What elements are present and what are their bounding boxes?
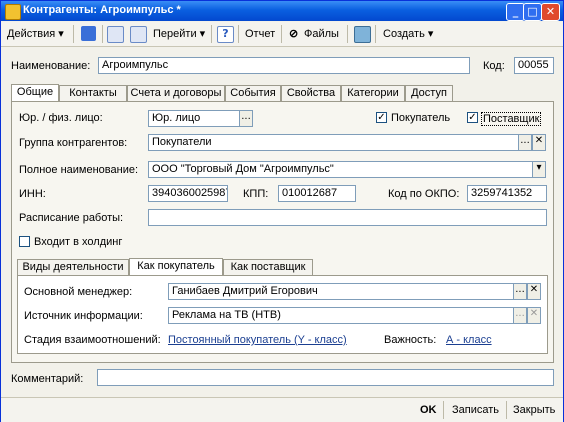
importance-label: Важность:: [384, 334, 437, 346]
manager-select-button[interactable]: ...: [513, 283, 527, 300]
supplier-label: Поставщик: [481, 112, 542, 126]
group-label: Группа контрагентов:: [19, 137, 128, 149]
files-button[interactable]: Файлы: [304, 26, 339, 42]
kpp-field[interactable]: 010012687: [278, 185, 356, 202]
okpo-field[interactable]: 3259741352: [467, 185, 547, 202]
full-name-field[interactable]: ООО "Торговый Дом "Агроимпульс": [148, 161, 533, 178]
create-menu[interactable]: Создать ▾: [383, 26, 433, 42]
entity-type-label: Юр. / физ. лицо:: [19, 112, 103, 124]
display-icon[interactable]: [354, 26, 371, 43]
okpo-label: Код по ОКПО:: [388, 188, 460, 200]
comment-label: Комментарий:: [11, 373, 84, 385]
importance-link[interactable]: А - класс: [446, 334, 492, 346]
buyer-subpanel: Основной менеджер: Ганибаев Дмитрий Егор…: [17, 275, 548, 354]
group-clear-button[interactable]: ✕: [532, 134, 546, 151]
goto-label: Перейти: [153, 28, 197, 40]
buyer-label: Покупатель: [391, 112, 451, 124]
paperclip-icon: ⊘: [289, 28, 299, 40]
subtab-as-supplier[interactable]: Как поставщик: [223, 259, 313, 275]
name-label: Наименование:: [11, 60, 91, 72]
holding-label: Входит в холдинг: [34, 236, 123, 248]
window: Контрагенты: Агроимпульс * _ □ ✕ Действи…: [0, 0, 564, 422]
stage-link[interactable]: Постоянный покупатель (Y - класс): [168, 334, 347, 346]
actions-menu[interactable]: Действия ▾: [7, 26, 64, 42]
separator: [375, 25, 376, 43]
source-field[interactable]: Реклама на ТВ (НТВ): [168, 307, 514, 324]
subtab-activities[interactable]: Виды деятельности: [17, 259, 129, 275]
inn-field[interactable]: 3940360025987: [148, 185, 228, 202]
group-field[interactable]: Покупатели: [148, 134, 519, 151]
kpp-label: КПП:: [243, 188, 269, 200]
tab-general[interactable]: Общие: [11, 84, 59, 102]
manager-label: Основной менеджер:: [24, 286, 133, 298]
save-button[interactable]: Записать: [452, 402, 499, 418]
full-name-label: Полное наименование:: [19, 164, 139, 176]
back-arrow-icon[interactable]: [81, 26, 96, 41]
close-button[interactable]: Закрыть: [513, 402, 555, 418]
separator: [443, 401, 444, 419]
tab-accounts-contracts[interactable]: Счета и договоры: [127, 85, 225, 101]
help-icon[interactable]: ?: [217, 26, 234, 43]
create-label: Создать: [383, 28, 425, 40]
source-label: Источник информации:: [24, 310, 143, 322]
buyer-checkbox[interactable]: ✓: [376, 112, 387, 123]
comment-field[interactable]: [97, 369, 554, 386]
separator: [102, 25, 103, 43]
refresh-icon[interactable]: [107, 26, 124, 43]
maximize-button[interactable]: □: [523, 3, 542, 21]
separator: [506, 401, 507, 419]
tab-access[interactable]: Доступ: [405, 85, 453, 101]
manager-field[interactable]: Ганибаев Дмитрий Егорович: [168, 283, 514, 300]
source-clear-button[interactable]: ✕: [527, 307, 541, 324]
holding-checkbox[interactable]: [19, 236, 30, 247]
source-select-button[interactable]: ...: [513, 307, 527, 324]
code-field[interactable]: 00055: [514, 57, 554, 74]
schedule-label: Расписание работы:: [19, 212, 124, 224]
actions-label: Действия: [7, 28, 56, 40]
subtab-as-buyer[interactable]: Как покупатель: [129, 258, 223, 276]
manager-clear-button[interactable]: ✕: [527, 283, 541, 300]
general-panel: Юр. / физ. лицо: Юр. лицо ... ✓ Покупате…: [11, 101, 554, 363]
supplier-checkbox[interactable]: ✓: [467, 112, 478, 123]
close-window-button[interactable]: ✕: [541, 3, 560, 21]
entity-type-field[interactable]: Юр. лицо: [148, 110, 240, 127]
toolbar: Действия ▾ Перейти ▾ ? Отчет ⊘ Файлы Соз…: [1, 22, 563, 47]
app-icon: [5, 4, 21, 20]
report-button[interactable]: Отчет: [245, 26, 275, 42]
ok-button[interactable]: OK: [420, 402, 437, 418]
tab-events[interactable]: События: [225, 85, 281, 101]
separator: [238, 25, 239, 43]
tab-categories[interactable]: Категории: [341, 85, 405, 101]
schedule-field[interactable]: [148, 209, 547, 226]
separator: [281, 25, 282, 43]
group-select-button[interactable]: ...: [518, 134, 532, 151]
footer: OK Записать Закрыть: [1, 397, 563, 422]
entity-type-select-button[interactable]: ...: [239, 110, 253, 127]
tab-properties[interactable]: Свойства: [281, 85, 341, 101]
title-bar: Контрагенты: Агроимпульс * _ □ ✕: [1, 1, 563, 21]
separator: [73, 25, 74, 43]
stage-label: Стадия взаимоотношений:: [24, 334, 161, 346]
name-field[interactable]: Агроимпульс: [98, 57, 470, 74]
full-name-dropdown-button[interactable]: ▾: [532, 161, 546, 178]
structure-icon[interactable]: [130, 26, 147, 43]
tab-contacts[interactable]: Контакты: [59, 85, 127, 101]
inn-label: ИНН:: [19, 188, 46, 200]
goto-menu[interactable]: Перейти ▾: [153, 26, 205, 42]
separator: [211, 25, 212, 43]
code-label: Код:: [483, 60, 505, 72]
separator: [347, 25, 348, 43]
window-title: Контрагенты: Агроимпульс *: [23, 4, 181, 16]
